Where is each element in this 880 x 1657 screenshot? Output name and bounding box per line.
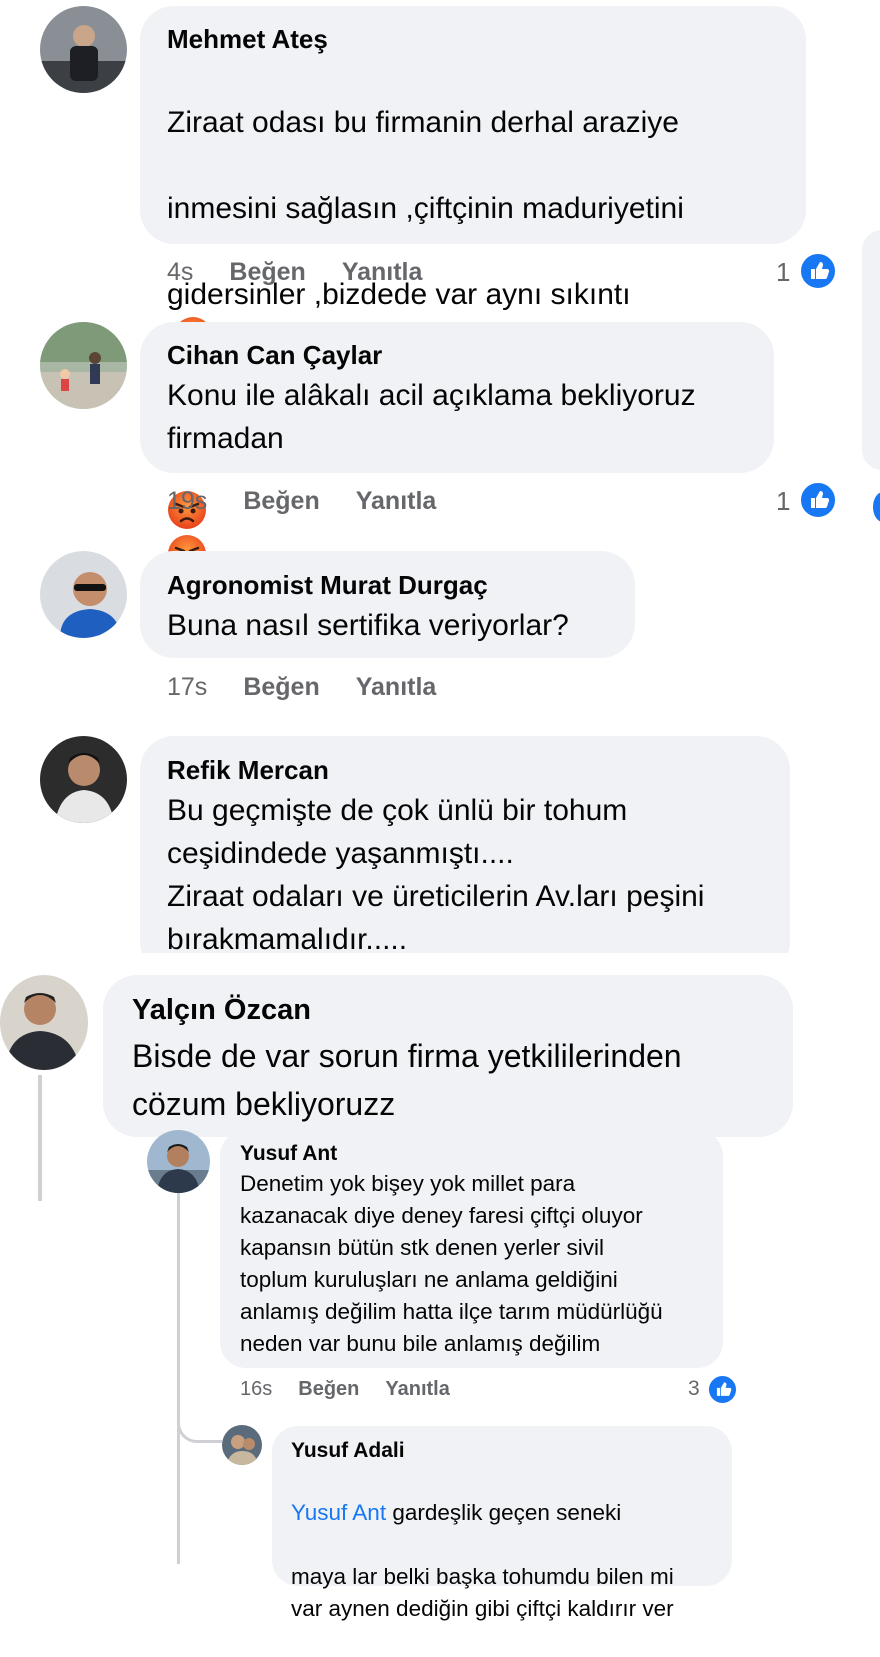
reply-author[interactable]: Yusuf Ant — [240, 1142, 337, 1166]
reply-text-rest: maya lar belki başka tohumdu bilen mi va… — [291, 1564, 674, 1621]
offscreen-bubble-edge — [862, 230, 880, 470]
comment-actions: 4s Beğen Yanıtla — [167, 258, 458, 287]
reply-actions: 16s Beğen Yanıtla — [240, 1378, 486, 1401]
comment-text: Buna nasıl sertifika veriyorlar? — [167, 609, 569, 642]
like-button[interactable]: Beğen — [243, 487, 319, 515]
comment-author[interactable]: Mehmet Ateş — [167, 24, 328, 55]
reaction-count[interactable]: 1 — [776, 486, 790, 517]
reply-button[interactable]: Yanıtla — [342, 258, 423, 286]
like-button[interactable]: Beğen — [229, 258, 305, 286]
reaction-count[interactable]: 3 — [688, 1377, 700, 1401]
avatar[interactable] — [147, 1130, 210, 1193]
avatar[interactable] — [40, 736, 127, 823]
comment-actions: 17s Beğen Yanıtla — [167, 673, 472, 702]
comment-author[interactable]: Cihan Can Çaylar — [167, 340, 382, 371]
comment-time[interactable]: 17s — [167, 673, 207, 701]
comment-text: Bisde de var sorun firma yetkililerinden… — [132, 1038, 682, 1122]
reply-button[interactable]: Yanıtla — [356, 673, 437, 701]
like-button[interactable]: Beğen — [243, 673, 319, 701]
mention-link[interactable]: Yusuf Ant — [291, 1500, 386, 1525]
thumbs-up-icon[interactable] — [707, 1374, 738, 1405]
thumbs-up-icon[interactable] — [799, 481, 837, 519]
thumbs-up-icon[interactable] — [799, 252, 837, 290]
thread-line — [177, 1193, 180, 1564]
comment-actions: 19s Beğen Yanıtla — [167, 487, 472, 516]
comment-time[interactable]: 19s — [167, 487, 207, 515]
thread-branch — [177, 1395, 222, 1443]
comment-text-line: inmesini sağlasın ,çiftçinin maduriyetin… — [167, 192, 684, 225]
avatar[interactable] — [0, 975, 88, 1070]
like-button[interactable]: Beğen — [298, 1378, 359, 1400]
comment-author[interactable]: Agronomist Murat Durgaç — [167, 570, 488, 601]
reply-button[interactable]: Yanıtla — [385, 1378, 449, 1400]
thread-line — [38, 1075, 42, 1201]
offscreen-like-icon — [873, 492, 880, 522]
reply-time[interactable]: 16s — [240, 1378, 272, 1400]
reply-text: Denetim yok bişey yok millet para kazana… — [240, 1171, 663, 1356]
avatar[interactable] — [40, 6, 127, 93]
reaction-count[interactable]: 1 — [776, 257, 790, 288]
comment-author[interactable]: Yalçın Özcan — [132, 994, 311, 1027]
avatar[interactable] — [222, 1425, 262, 1465]
comment-text-line: Ziraat odası bu firmanin derhal araziye — [167, 106, 679, 139]
reply-text-line: Yusuf Ant gardeşlik geçen seneki — [291, 1497, 731, 1529]
reply-author[interactable]: Yusuf Adali — [291, 1439, 405, 1463]
reply-button[interactable]: Yanıtla — [356, 487, 437, 515]
avatar[interactable] — [40, 322, 127, 409]
comment-time[interactable]: 4s — [167, 258, 193, 286]
avatar[interactable] — [40, 551, 127, 638]
comment-text: Konu ile alâkalı acil açıklama bekliyoru… — [167, 379, 696, 455]
reply-text: Yusuf Ant gardeşlik geçen seneki maya la… — [291, 1465, 731, 1657]
reply-text-span: gardeşlik geçen seneki — [386, 1500, 622, 1525]
comment-author[interactable]: Refik Mercan — [167, 755, 329, 786]
comment-text: Bu geçmişte de çok ünlü bir tohum ceşidi… — [167, 794, 705, 953]
